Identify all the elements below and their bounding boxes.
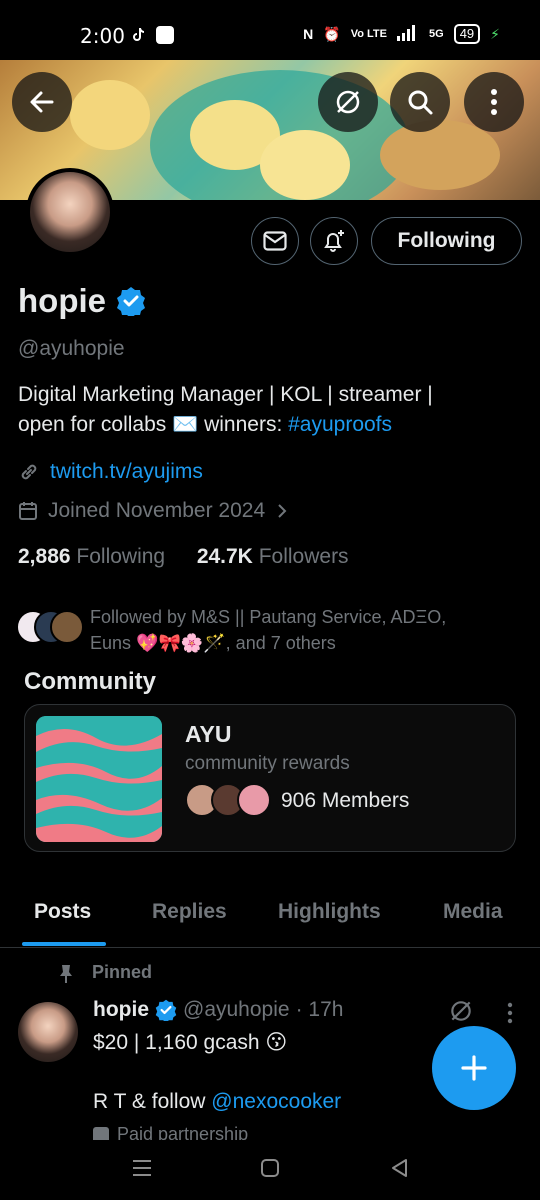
back-button[interactable] (12, 72, 72, 132)
bio-text: open for collabs ✉️ winners: (18, 413, 289, 436)
followed-by-line: Followed by M&S || Pautang Service, ADΞO… (90, 607, 447, 627)
paid-partnership-label: Paid partnership (93, 1124, 248, 1140)
tab-replies[interactable]: Replies (152, 900, 227, 924)
alarm-icon: ⏰ (323, 25, 341, 42)
tab-posts[interactable]: Posts (34, 900, 91, 924)
followers-label: Followers (258, 545, 349, 568)
grok-icon (336, 90, 360, 114)
following-stat[interactable]: 2,886 Following (18, 545, 165, 568)
link-icon (21, 464, 37, 480)
arrow-left-icon (30, 91, 54, 113)
post-text-line: R T & follow @nexocooker (93, 1090, 341, 1114)
message-button[interactable] (251, 217, 299, 265)
status-bar: 2:00 N ⏰ Vo LTE 5G 49 ⚡ (0, 0, 540, 60)
chevron-right-icon (278, 504, 287, 518)
followed-by-line: Euns 💖🎀🌸🪄, and 7 others (90, 633, 336, 653)
following-label: Following (76, 545, 166, 568)
charging-icon: ⚡ (490, 25, 500, 42)
joined-row[interactable]: Joined November 2024 (18, 499, 289, 523)
menu-icon (133, 1160, 151, 1176)
paid-partnership-text: Paid partnership (117, 1124, 249, 1140)
active-tab-indicator (22, 942, 106, 946)
community-members: 906 Members (281, 789, 410, 812)
home-square-icon (261, 1159, 279, 1177)
post-time: · 17h (295, 998, 344, 1021)
profile-handle: @ayuhopie (18, 337, 125, 360)
verified-badge-icon (116, 286, 146, 318)
joined-date: Joined November 2024 (48, 499, 266, 522)
tiktok-icon (130, 26, 148, 44)
recent-apps-button[interactable] (132, 1158, 152, 1183)
calendar-icon (19, 502, 37, 520)
community-name: AYU (185, 721, 232, 747)
followers-stat[interactable]: 24.7K Followers (197, 545, 349, 568)
post-author-name[interactable]: hopie (93, 998, 149, 1022)
more-vertical-icon (491, 89, 497, 115)
nav-back-button[interactable] (390, 1158, 410, 1183)
community-image (36, 716, 162, 842)
verified-badge-icon (155, 999, 177, 1021)
banner-art (380, 120, 500, 190)
profile-bio: Digital Marketing Manager | KOL | stream… (18, 380, 523, 440)
following-count: 2,886 (18, 545, 71, 568)
banner-art (70, 80, 150, 150)
profile-name: hopie (18, 282, 106, 319)
more-vertical-icon (507, 1002, 513, 1024)
post-grok-button[interactable] (448, 998, 474, 1029)
signal-icon (397, 24, 419, 44)
home-button[interactable] (260, 1158, 280, 1183)
status-indicators: N ⏰ Vo LTE 5G 49 ⚡ (303, 24, 500, 44)
bio-line: open for collabs ✉️ winners: #ayuproofs (18, 410, 523, 440)
community-section-title: Community (24, 668, 156, 695)
mail-icon (263, 231, 287, 251)
bio-line: Digital Marketing Manager | KOL | stream… (18, 383, 433, 406)
search-icon (408, 90, 433, 115)
community-description: community rewards (185, 753, 350, 774)
app-notification-icon (156, 26, 174, 44)
website-link[interactable]: twitch.tv/ayujims (50, 460, 203, 484)
tab-highlights[interactable]: Highlights (278, 900, 381, 924)
partnership-icon (93, 1127, 109, 1140)
following-button[interactable]: Following (371, 217, 522, 265)
bell-plus-icon (324, 230, 344, 252)
plus-icon (461, 1055, 487, 1081)
nfc-icon: N (303, 26, 314, 42)
post-author-handle[interactable]: @ayuhopie (183, 998, 290, 1022)
followers-count: 24.7K (196, 545, 253, 568)
member-avatar (237, 783, 271, 817)
post-author-avatar[interactable] (18, 1002, 78, 1062)
search-button[interactable] (390, 72, 450, 132)
system-nav-bar (0, 1140, 540, 1200)
follow-stats: 2,886 Following 24.7K Followers (18, 545, 349, 569)
profile-avatar[interactable] (26, 168, 114, 256)
pin-icon (58, 964, 74, 989)
grok-button[interactable] (318, 72, 378, 132)
pinned-label: Pinned (92, 962, 153, 982)
hashtag-link[interactable]: #ayuproofs (288, 413, 392, 436)
volte-icon: Vo LTE (350, 28, 387, 40)
post-text: R T & follow (93, 1090, 212, 1113)
follower-avatar (50, 610, 84, 644)
followed-by-text[interactable]: Followed by M&S || Pautang Service, ADΞO… (90, 604, 510, 656)
tab-media[interactable]: Media (443, 900, 503, 924)
grok-icon (451, 1001, 471, 1021)
profile-tabs: Posts Replies Highlights Media (0, 880, 540, 948)
network-type: 5G (429, 28, 444, 40)
banner-art (260, 130, 350, 200)
more-options-button[interactable] (464, 72, 524, 132)
back-triangle-icon (392, 1159, 407, 1177)
website-row: twitch.tv/ayujims (18, 460, 203, 484)
community-card[interactable]: AYU community rewards 906 Members (24, 704, 516, 852)
compose-post-button[interactable] (432, 1026, 516, 1110)
status-time: 2:00 (80, 24, 125, 48)
notifications-button[interactable] (310, 217, 358, 265)
post-more-button[interactable] (506, 1002, 514, 1029)
mention-link[interactable]: @nexocooker (211, 1090, 341, 1113)
battery-level: 49 (453, 24, 481, 44)
post-text-line: $20 | 1,160 gcash 😗 (93, 1031, 288, 1054)
post-header: hopie @ayuhopie · 17h (93, 998, 343, 1022)
